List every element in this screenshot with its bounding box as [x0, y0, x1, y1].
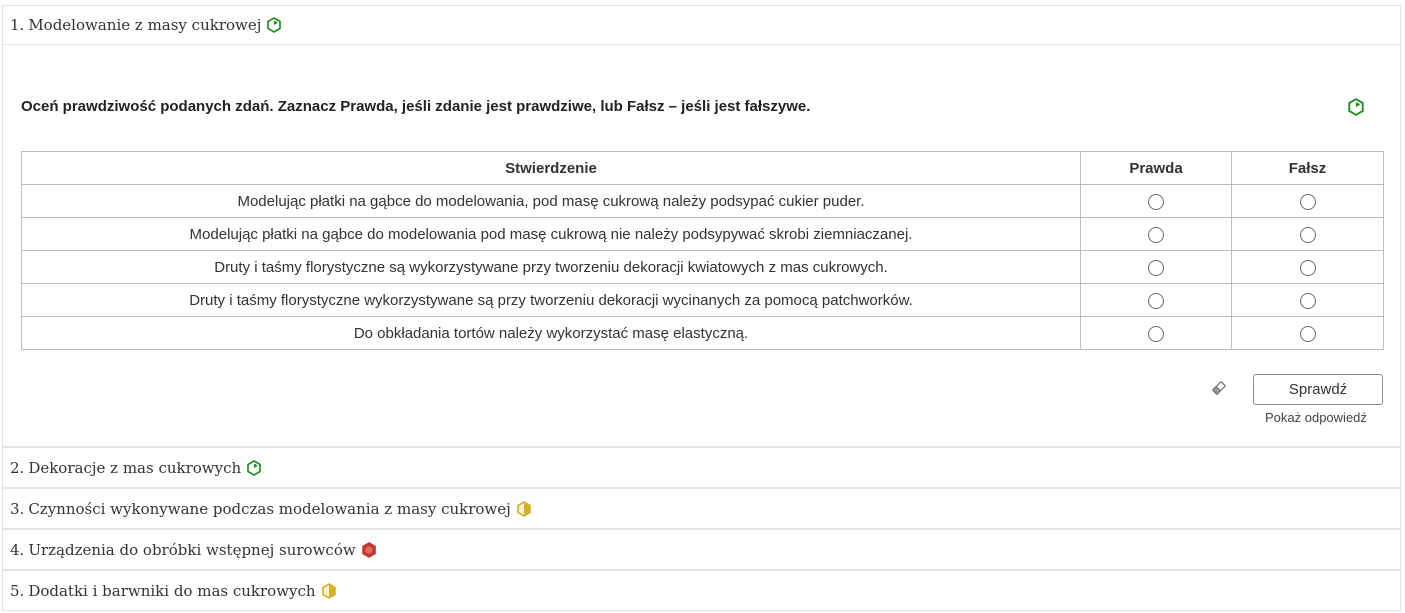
table-row: Druty i taśmy florystyczne są wykorzysty…: [21, 250, 1384, 284]
section-number: 2.: [10, 458, 25, 477]
hexagon-green-progress-icon: [1347, 98, 1365, 116]
column-header-true: Prawda: [1080, 151, 1232, 185]
section-title: Czynności wykonywane podczas modelowania…: [28, 499, 511, 518]
statement-text: Modelując płatki na gąbce do modelowania…: [21, 184, 1081, 218]
hexagon-yellow-half-icon: [516, 500, 532, 517]
statement-text: Druty i taśmy florystyczne są wykorzysty…: [21, 250, 1081, 284]
hexagon-yellow-half-icon: [321, 582, 337, 599]
hexagon-red-full-icon: [361, 541, 377, 558]
section-number: 4.: [10, 540, 25, 559]
column-header-false: Fałsz: [1231, 151, 1384, 185]
radio-false[interactable]: [1299, 325, 1316, 342]
section-title: Dekoracje z mas cukrowych: [28, 458, 242, 477]
show-answer-link[interactable]: Pokaż odpowiedź: [1265, 410, 1367, 425]
true-false-table: Stwierdzenie Prawda Fałsz Modelując płat…: [21, 151, 1384, 350]
section-title: Dodatki i barwniki do mas cukrowych: [28, 581, 316, 600]
exercise-instruction: Oceń prawdziwość podanych zdań. Zaznacz …: [21, 98, 811, 115]
check-button[interactable]: Sprawdź: [1253, 374, 1383, 405]
section-4-header[interactable]: 4. Urządzenia do obróbki wstępnej surowc…: [3, 530, 1400, 569]
section-number: 5.: [10, 581, 25, 600]
hexagon-green-progress-icon: [266, 17, 282, 33]
table-row: Druty i taśmy florystyczne wykorzystywan…: [21, 283, 1384, 317]
statement-text: Druty i taśmy florystyczne wykorzystywan…: [21, 283, 1081, 317]
section-5[interactable]: 5. Dodatki i barwniki do mas cukrowych: [2, 570, 1401, 611]
section-3-header[interactable]: 3. Czynności wykonywane podczas modelowa…: [3, 489, 1400, 528]
section-number: 1.: [10, 16, 25, 34]
radio-true[interactable]: [1148, 259, 1164, 276]
radio-false[interactable]: [1299, 226, 1316, 243]
radio-false[interactable]: [1299, 292, 1316, 309]
section-title: Urządzenia do obróbki wstępnej surowców: [28, 540, 356, 559]
table-row: Modelując płatki na gąbce do modelowania…: [21, 217, 1384, 251]
table-row: Modelując płatki na gąbce do modelowania…: [21, 184, 1384, 218]
radio-false[interactable]: [1299, 193, 1316, 210]
statement-text: Modelując płatki na gąbce do modelowania…: [21, 217, 1081, 251]
section-1: 1. Modelowanie z masy cukrowej Oceń praw…: [2, 5, 1401, 447]
radio-true[interactable]: [1148, 193, 1164, 210]
section-title: Modelowanie z masy cukrowej: [28, 16, 262, 34]
section-number: 3.: [10, 499, 25, 518]
section-3[interactable]: 3. Czynności wykonywane podczas modelowa…: [2, 488, 1401, 529]
statement-text: Do obkładania tortów należy wykorzystać …: [21, 316, 1081, 350]
hexagon-green-progress-icon: [246, 459, 262, 476]
table-row: Do obkładania tortów należy wykorzystać …: [21, 316, 1384, 350]
section-2[interactable]: 2. Dekoracje z mas cukrowych: [2, 447, 1401, 488]
section-1-header[interactable]: 1. Modelowanie z masy cukrowej: [3, 6, 1400, 45]
radio-false[interactable]: [1299, 259, 1316, 276]
radio-true[interactable]: [1148, 325, 1164, 342]
table-header-row: Stwierdzenie Prawda Fałsz: [21, 151, 1384, 185]
radio-true[interactable]: [1148, 292, 1164, 309]
radio-true[interactable]: [1148, 226, 1164, 243]
section-5-header[interactable]: 5. Dodatki i barwniki do mas cukrowych: [3, 571, 1400, 610]
eraser-icon[interactable]: [1210, 379, 1228, 397]
section-2-header[interactable]: 2. Dekoracje z mas cukrowych: [3, 448, 1400, 487]
column-header-statement: Stwierdzenie: [21, 151, 1081, 185]
section-4[interactable]: 4. Urządzenia do obróbki wstępnej surowc…: [2, 529, 1401, 570]
